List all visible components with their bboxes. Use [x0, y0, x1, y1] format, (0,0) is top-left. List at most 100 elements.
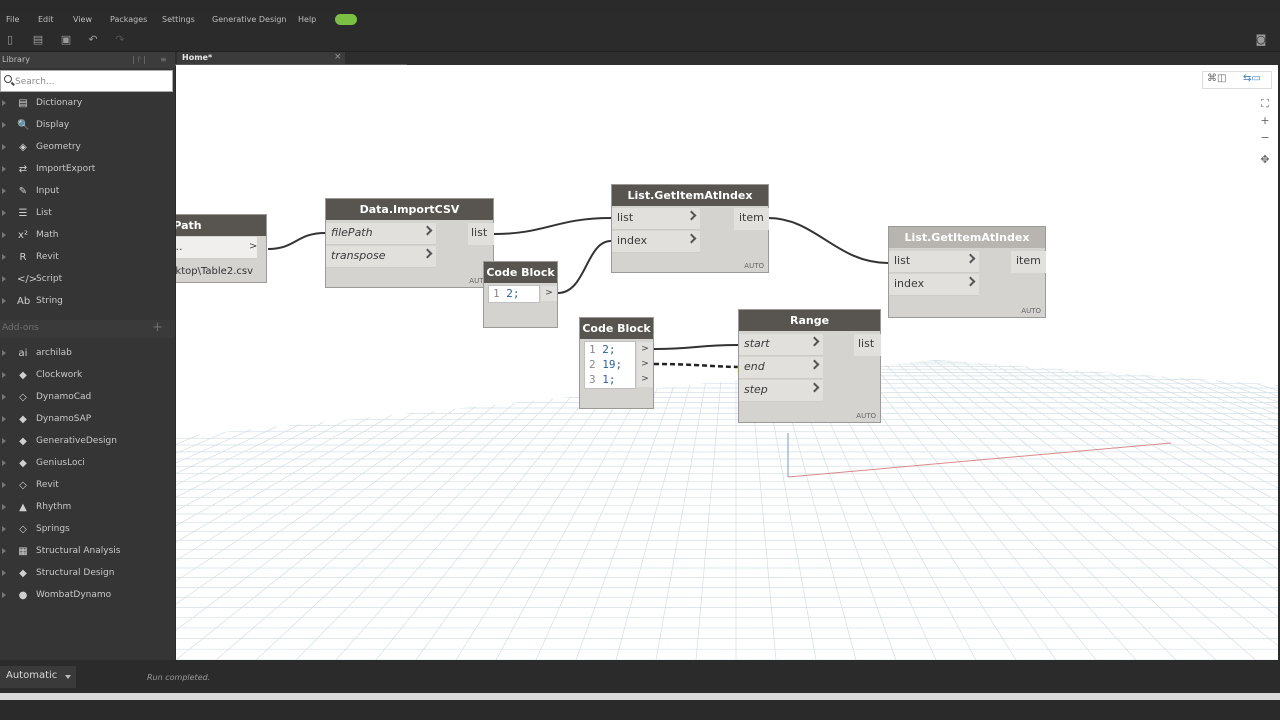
fit-view-icon[interactable]: ⛶: [1256, 95, 1274, 112]
library-title: Library: [2, 55, 30, 64]
library-item-dynamocad[interactable]: ◇ DynamoCad: [0, 388, 175, 408]
code-line: 3 1;: [589, 373, 616, 386]
expand-arrow-icon: [2, 298, 6, 304]
library-item-importexport[interactable]: ⇄ ImportExport: [0, 160, 175, 180]
library-item-rhythm[interactable]: ▲ Rhythm: [0, 498, 175, 518]
library-item-dynamosap[interactable]: ◆ DynamoSAP: [0, 410, 175, 430]
add-icon[interactable]: +: [152, 320, 163, 335]
output-port-2[interactable]: >: [637, 357, 653, 372]
expand-arrow-icon: [2, 460, 6, 466]
search-input[interactable]: [15, 74, 165, 89]
library-search[interactable]: [0, 70, 173, 92]
open-folder-icon[interactable]: ▤: [32, 34, 44, 46]
menu-help[interactable]: Help: [298, 15, 316, 24]
lacing-label: AUTO: [1021, 307, 1041, 315]
library-item-math[interactable]: x² Math: [0, 226, 175, 246]
library-item-geometry[interactable]: ◈ Geometry: [0, 138, 175, 158]
notification-badge[interactable]: [335, 14, 357, 25]
port-label: transpose: [331, 249, 386, 262]
new-file-icon[interactable]: ▯: [4, 34, 16, 46]
input-list[interactable]: list: [612, 208, 700, 230]
library-item-revit[interactable]: R Revit: [0, 248, 175, 268]
zoom-in-icon[interactable]: +: [1256, 112, 1274, 129]
library-item-generativedesign[interactable]: ◆ GenerativeDesign: [0, 432, 175, 452]
menu-edit[interactable]: Edit: [38, 15, 54, 24]
expand-arrow-icon: [2, 188, 6, 194]
library-item-string[interactable]: Ab String: [0, 292, 175, 312]
menu-file[interactable]: File: [6, 15, 19, 24]
library-item-structural-design[interactable]: ◆ Structural Design: [0, 564, 175, 584]
library-item-script[interactable]: </> Script: [0, 270, 175, 290]
pan-icon[interactable]: ✥: [1256, 151, 1274, 168]
revit-icon: R: [19, 252, 27, 263]
menu-settings[interactable]: Settings: [162, 15, 195, 24]
geometry-view-icon[interactable]: ⌘◫: [1207, 73, 1226, 84]
expand-arrow-icon: [2, 394, 6, 400]
expand-arrow-icon: [2, 350, 6, 356]
node-code-block-2[interactable]: Code Block 1 2; 2 19; 3 1; > > >: [579, 317, 654, 409]
node-title: List.GetItemAtIndex: [889, 227, 1045, 248]
zoom-out-icon[interactable]: −: [1256, 129, 1274, 146]
menu-generative-design[interactable]: Generative Design: [212, 15, 286, 24]
chevron-right-icon: [809, 382, 820, 393]
expand-arrow-icon: [2, 504, 6, 510]
library-item-list[interactable]: ☰ List: [0, 204, 175, 224]
port-label: list: [858, 337, 875, 350]
menu-icon[interactable]: ≡: [160, 52, 167, 68]
output-list[interactable]: list: [468, 223, 494, 245]
graph-canvas[interactable]: ⌘◫ ⇆▭ ⛶ + − ✥ File Path ... > C:\Users\D…: [176, 65, 1278, 660]
wire-filepath-importcsv: [267, 232, 326, 250]
input-list[interactable]: list: [889, 251, 979, 273]
expand-arrow-icon: [2, 210, 6, 216]
code-editor[interactable]: 1 2;: [488, 285, 540, 303]
library-item-label: GenerativeDesign: [36, 436, 117, 446]
view-toggle[interactable]: ⌘◫ ⇆▭: [1202, 71, 1272, 89]
library-item-dictionary[interactable]: ▤ Dictionary: [0, 94, 175, 114]
library-item-display[interactable]: 🔍 Display: [0, 116, 175, 136]
input-filepath[interactable]: filePath: [326, 223, 436, 245]
library-item-label: Rhythm: [36, 502, 72, 512]
save-icon[interactable]: ▣: [60, 34, 72, 46]
node-file-path[interactable]: File Path ... > C:\Users\Desktop\Table2.…: [176, 214, 267, 283]
library-header: Library | ⫯ | ≡: [0, 52, 175, 68]
close-tab-icon[interactable]: ×: [334, 52, 342, 62]
library-item-revit[interactable]: ◇ Revit: [0, 476, 175, 496]
library-item-archilab[interactable]: ai archilab: [0, 344, 175, 364]
node-list-get-item-at-index-2[interactable]: List.GetItemAtIndex list index item AUTO: [888, 226, 1046, 318]
redo-icon[interactable]: ↷: [114, 34, 126, 46]
code-editor[interactable]: 1 2; 2 19; 3 1;: [584, 341, 636, 389]
graph-view-icon[interactable]: ⇆▭: [1243, 73, 1261, 84]
menu-view[interactable]: View: [73, 15, 92, 24]
run-mode-dropdown[interactable]: Automatic: [0, 666, 76, 688]
library-item-springs[interactable]: ◇ Springs: [0, 520, 175, 540]
input-index[interactable]: index: [612, 231, 700, 253]
library-item-input[interactable]: ✎ Input: [0, 182, 175, 202]
input-index[interactable]: index: [889, 274, 979, 296]
library-item-wombatdynamo[interactable]: ● WombatDynamo: [0, 586, 175, 606]
node-range[interactable]: Range start end step list AUTO: [738, 309, 881, 423]
path-browse-button[interactable]: ...: [176, 237, 257, 259]
input-end[interactable]: end: [739, 357, 823, 379]
node-data-import-csv[interactable]: Data.ImportCSV filePath transpose list A…: [325, 198, 494, 288]
menu-packages[interactable]: Packages: [110, 15, 147, 24]
output-list[interactable]: list: [854, 334, 881, 356]
input-step[interactable]: step: [739, 380, 823, 402]
library-item-geniusloci[interactable]: ◆ GeniusLoci: [0, 454, 175, 474]
node-code-block-1[interactable]: Code Block 1 2; >: [483, 261, 558, 328]
output-item[interactable]: item: [1011, 251, 1046, 273]
input-transpose[interactable]: transpose: [326, 246, 436, 268]
output-port[interactable]: >: [541, 286, 557, 301]
library-item-structural-analysis[interactable]: ▦ Structural Analysis: [0, 542, 175, 562]
undo-icon[interactable]: ↶: [87, 34, 99, 46]
output-port[interactable]: >: [249, 241, 257, 252]
input-start[interactable]: start: [739, 334, 823, 356]
bottom-strip: [0, 693, 1280, 700]
output-item[interactable]: item: [734, 208, 769, 230]
camera-icon[interactable]: ◙: [1255, 34, 1267, 46]
expand-arrow-icon: [2, 482, 6, 488]
node-list-get-item-at-index-1[interactable]: List.GetItemAtIndex list index item AUTO: [611, 184, 769, 273]
output-port-1[interactable]: >: [637, 342, 653, 357]
output-port-3[interactable]: >: [637, 372, 653, 387]
library-item-clockwork[interactable]: ◆ Clockwork: [0, 366, 175, 386]
pin-icon[interactable]: | ⫯ |: [132, 52, 146, 68]
